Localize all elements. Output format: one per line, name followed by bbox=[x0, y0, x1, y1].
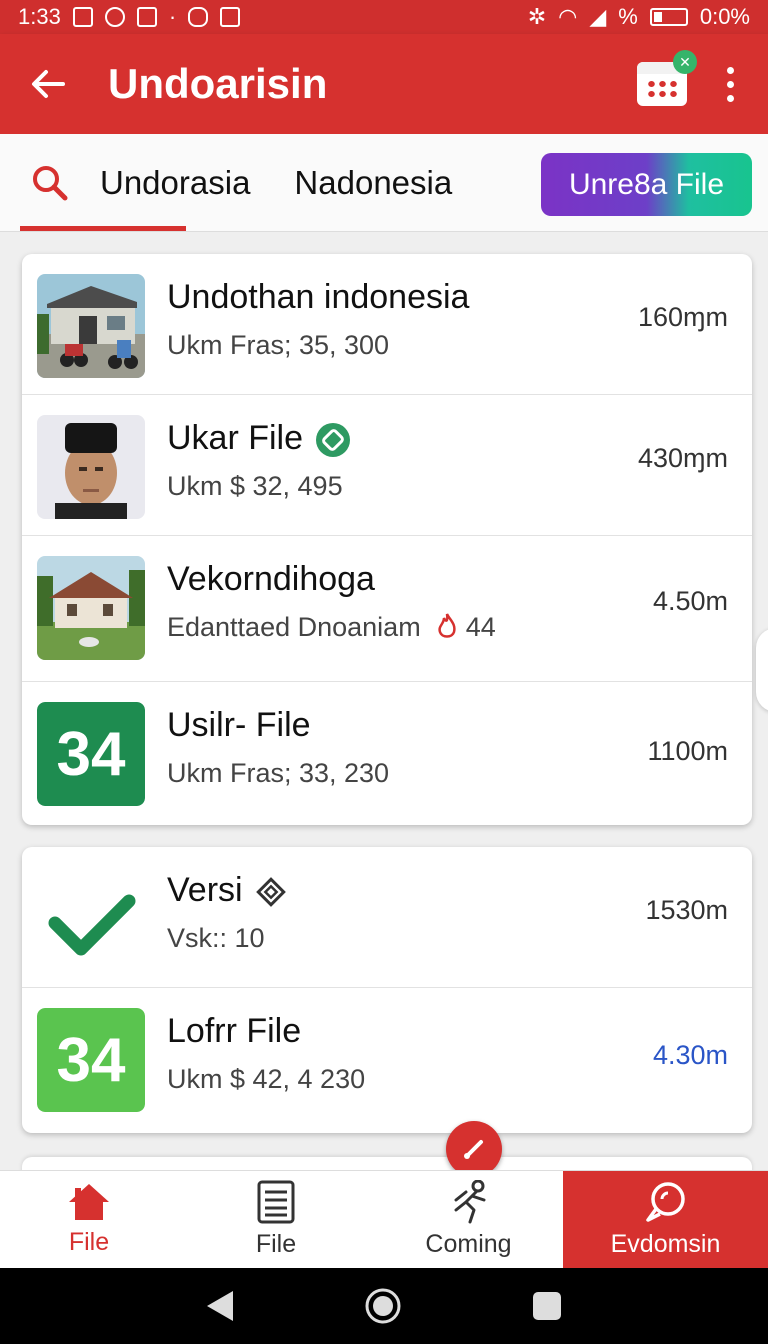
house-photo-thumbnail bbox=[37, 556, 145, 660]
data-text: 0:0% bbox=[699, 4, 750, 29]
notification-icon bbox=[104, 7, 125, 27]
number-tile-label: 34 bbox=[37, 1008, 145, 1112]
calendar-icon[interactable]: ✕ bbox=[637, 50, 697, 106]
nav-label: File bbox=[68, 1228, 110, 1256]
item-name: Usilr- File bbox=[167, 706, 311, 744]
list-item[interactable]: Ukar File Ukm $ 32, 495 430ɱm bbox=[22, 395, 752, 536]
item-name: Undothan indonesia bbox=[167, 278, 470, 316]
item-distance: 1100m bbox=[647, 736, 728, 766]
item-name-text: Ukar File bbox=[167, 419, 304, 457]
item-name: Lofrr File bbox=[167, 1012, 302, 1050]
status-bar: 1:33 · ✲ ◠ ◢ % 0:0% bbox=[0, 0, 768, 34]
system-navigation-bar bbox=[0, 1268, 768, 1344]
item-distance: 160ɱm bbox=[637, 302, 728, 332]
list-item[interactable]: Vekorndihoga Edanttaed Dnoaniam 44 4.50m bbox=[22, 536, 752, 682]
bottom-navigation: File File Coming Evdomsin bbox=[0, 1170, 768, 1268]
item-distance: 1530m bbox=[645, 895, 728, 925]
item-subtitle: Ukm $ 32, 495 bbox=[167, 471, 343, 501]
page-title: Undoarisin bbox=[108, 60, 328, 107]
item-name: Vekorndihoga bbox=[167, 560, 375, 598]
back-triangle-icon[interactable] bbox=[205, 1289, 235, 1323]
list-card: Undothan indonesia Ukm Fras; 35, 300 160… bbox=[22, 254, 752, 825]
settings-status-icon: ✲ bbox=[527, 4, 547, 29]
item-subtitle: Vsk:: 10 bbox=[167, 923, 265, 953]
item-distance: 4.30m bbox=[652, 1040, 728, 1070]
battery-icon bbox=[649, 8, 688, 26]
notification-icon bbox=[188, 7, 209, 27]
item-subtitle: Ukm $ 42, 4 230 bbox=[167, 1064, 366, 1094]
item-distance: 430ɱm bbox=[637, 443, 728, 473]
number-tile: 34 bbox=[37, 702, 145, 806]
nav-item-coming[interactable]: Coming bbox=[374, 1171, 563, 1268]
sync-badge-icon: ✕ bbox=[673, 50, 697, 74]
tab-bar: Undorasia Nadonesia Unre8a File bbox=[0, 134, 768, 232]
tab-file-pill[interactable]: Unre8a File bbox=[541, 153, 752, 216]
number-tile-label: 34 bbox=[37, 702, 145, 806]
list-item[interactable]: Versi Vsk:: 10 1530m bbox=[22, 847, 752, 988]
list-item[interactable]: 34 Usilr- File Ukm Fras; 33, 230 1100m bbox=[22, 682, 752, 825]
verified-badge-icon bbox=[316, 423, 351, 458]
item-subtitle-text: Edanttaed Dnoaniam bbox=[167, 612, 421, 642]
list-card: Versi Vsk:: 10 1530m 34 Lofrr File Ukm $… bbox=[22, 847, 752, 1133]
nav-item-evdomsin[interactable]: Evdomsin bbox=[563, 1171, 768, 1268]
document-list-icon bbox=[257, 1180, 295, 1224]
side-drawer-handle[interactable] bbox=[756, 628, 768, 712]
wifi-icon: ◠ bbox=[558, 4, 578, 29]
list-item[interactable]: 34 Lofrr File Ukm $ 42, 4 230 4.30m bbox=[22, 988, 752, 1133]
nav-label: Evdomsin bbox=[610, 1230, 721, 1258]
nav-item-home[interactable]: File bbox=[0, 1171, 178, 1268]
tab-undorasia[interactable]: Undorasia bbox=[100, 164, 250, 202]
app-bar: Undoarisin ✕ bbox=[0, 34, 768, 134]
signal-icon: ◢ bbox=[589, 4, 607, 29]
arrow-left-icon bbox=[32, 70, 65, 98]
number-tile: 34 bbox=[37, 1008, 145, 1112]
recents-square-icon[interactable] bbox=[531, 1290, 563, 1322]
notification-icon bbox=[72, 7, 93, 27]
item-subtitle: Ukm Fras; 35, 300 bbox=[167, 330, 390, 360]
floating-action-button[interactable] bbox=[446, 1121, 502, 1177]
item-name-text: Versi bbox=[167, 871, 243, 909]
person-run-icon bbox=[454, 1180, 485, 1224]
search-button[interactable] bbox=[0, 164, 100, 202]
list-item[interactable]: Undothan indonesia Ukm Fras; 35, 300 160… bbox=[22, 254, 752, 395]
search-bubble-icon bbox=[645, 1182, 685, 1222]
dot-icon: · bbox=[168, 4, 177, 29]
pencil-icon bbox=[464, 1140, 483, 1159]
notification-icon bbox=[136, 7, 157, 27]
fire-icon bbox=[438, 613, 456, 638]
item-name: Ukar File bbox=[167, 419, 351, 458]
home-circle-icon[interactable] bbox=[364, 1287, 402, 1325]
item-distance: 4.50m bbox=[652, 586, 728, 616]
more-vert-icon[interactable] bbox=[727, 66, 734, 102]
diamond-icon bbox=[255, 877, 286, 907]
item-subtitle-count: 44 bbox=[465, 612, 496, 642]
nav-label: Coming bbox=[425, 1230, 512, 1258]
home-icon bbox=[69, 1184, 109, 1220]
battery-percent: % bbox=[618, 4, 638, 29]
search-icon bbox=[33, 165, 68, 200]
tab-active-indicator bbox=[20, 226, 186, 231]
avatar bbox=[37, 415, 145, 519]
tab-nadonesia[interactable]: Nadonesia bbox=[294, 164, 452, 202]
item-subtitle: Edanttaed Dnoaniam 44 bbox=[167, 612, 496, 643]
status-time: 1:33 bbox=[18, 4, 61, 29]
house-photo-thumbnail bbox=[37, 274, 145, 378]
notification-icon bbox=[220, 7, 241, 27]
item-subtitle: Ukm Fras; 33, 230 bbox=[167, 758, 390, 788]
nav-label: File bbox=[255, 1230, 297, 1258]
back-button[interactable] bbox=[0, 69, 96, 99]
check-tile bbox=[37, 867, 145, 971]
item-name: Versi bbox=[167, 871, 287, 910]
checkmark-icon bbox=[48, 894, 136, 956]
nav-item-file[interactable]: File bbox=[178, 1171, 374, 1268]
